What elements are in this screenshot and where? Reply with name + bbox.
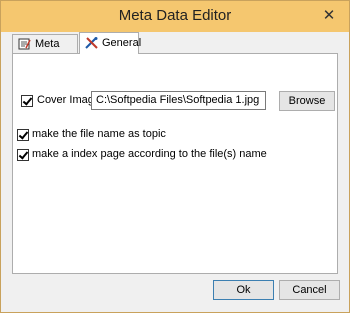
tools-icon [85,37,98,49]
title-bar[interactable]: Meta Data Editor ✕ [1,1,349,32]
cover-image-checkbox[interactable] [21,95,33,107]
browse-button[interactable]: Browse [279,91,335,111]
index-page-option-label: make a index page according to the file(… [32,148,267,160]
tab-general[interactable]: General [79,32,142,54]
notepad-icon [18,38,31,50]
ok-button[interactable]: Ok [213,280,274,300]
tab-general-label: General [102,37,142,49]
general-tab-panel: Cover Image C:\Softpedia Files\Softpedia… [12,53,338,274]
tab-meta-data[interactable]: Meta Data [12,34,78,68]
meta-data-editor-window: Meta Data Editor ✕ Meta Data General C [0,0,350,313]
cancel-button[interactable]: Cancel [279,280,340,300]
cover-image-path-field[interactable]: C:\Softpedia Files\Softpedia 1.jpg [91,91,266,110]
topic-checkbox[interactable] [17,129,29,141]
index-page-checkbox[interactable] [17,149,29,161]
topic-option-label: make the file name as topic [32,128,166,140]
window-title: Meta Data Editor [118,7,232,24]
close-button[interactable]: ✕ [317,7,341,25]
dialog-body: Meta Data General Cover Image C:\Softped… [8,32,342,305]
